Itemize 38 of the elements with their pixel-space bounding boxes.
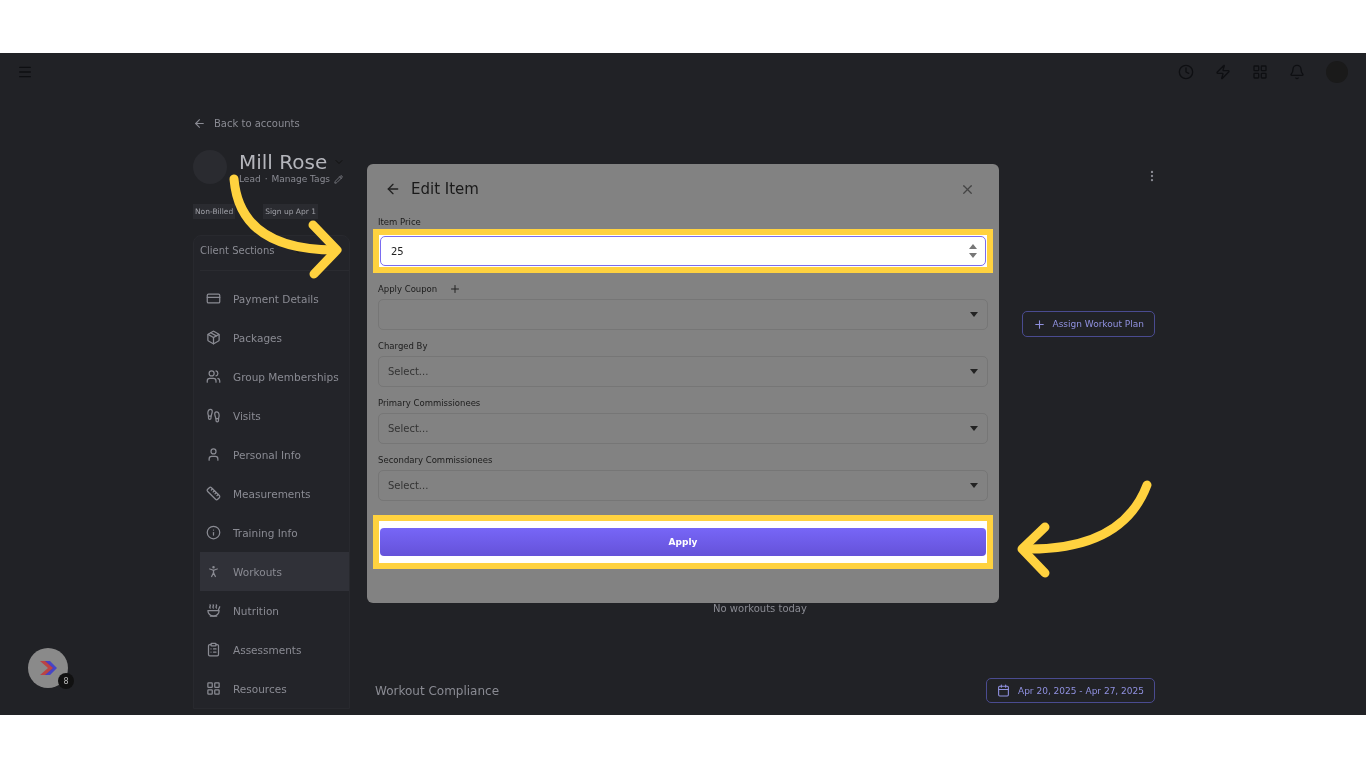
- select-field[interactable]: Select...: [378, 356, 988, 387]
- sidebar-item[interactable]: Resources: [200, 669, 349, 708]
- manage-tags-link[interactable]: Manage Tags: [271, 174, 331, 184]
- select-field[interactable]: Select...: [378, 413, 988, 444]
- sidebar-item[interactable]: Packages: [200, 318, 349, 357]
- back-link-text: Back to accounts: [214, 118, 300, 129]
- sidebar-item[interactable]: Personal Info: [200, 435, 349, 474]
- dialog-title: Edit Item: [411, 180, 480, 198]
- price-input[interactable]: 25: [389, 244, 969, 258]
- client-name: Mill Rose: [239, 150, 328, 174]
- field-label: Item Price: [378, 216, 421, 227]
- date-range-button[interactable]: Apr 20, 2025 - Apr 27, 2025: [986, 678, 1155, 703]
- count-badge: 8: [58, 673, 74, 689]
- separator-dot: ·: [264, 174, 268, 184]
- select-placeholder: Select...: [388, 366, 429, 377]
- field-label: Charged By: [378, 340, 428, 351]
- sidebar-item[interactable]: Group Memberships: [200, 357, 349, 396]
- empty-message: No workouts today: [713, 603, 807, 614]
- select-placeholder: Select...: [388, 423, 429, 434]
- select-placeholder: Select...: [388, 480, 429, 491]
- sidebar-item[interactable]: Payment Details: [200, 279, 349, 318]
- sidebar-item[interactable]: Visits: [200, 396, 349, 435]
- sidebar-item[interactable]: Assessments: [200, 630, 349, 669]
- assign-workout-button[interactable]: Assign Workout Plan: [1022, 311, 1155, 337]
- sidebar-item[interactable]: Nutrition: [200, 591, 349, 630]
- section-title: Workout Compliance: [375, 683, 500, 698]
- select-field[interactable]: Select...: [378, 470, 988, 501]
- apply-button[interactable]: Apply: [380, 528, 986, 556]
- price-field[interactable]: 25: [380, 236, 986, 266]
- sidebar-item[interactable]: Training Info: [200, 513, 349, 552]
- field-label: Secondary Commissionees: [378, 454, 493, 465]
- field-label: Primary Commissionees: [378, 397, 481, 408]
- card-title: Client Sections: [200, 244, 275, 256]
- sidebar-item[interactable]: Workouts: [200, 552, 349, 591]
- sidebar-item[interactable]: Measurements: [200, 474, 349, 513]
- back-link[interactable]: Back to accounts: [193, 117, 350, 130]
- status-text: Lead: [239, 174, 261, 184]
- field-label: Apply Coupon: [378, 283, 438, 294]
